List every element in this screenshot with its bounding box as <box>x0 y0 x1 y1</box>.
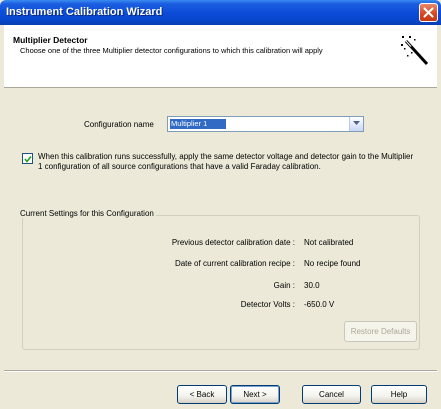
gain-value: 30.0 <box>304 281 320 290</box>
back-button[interactable]: < Back <box>177 385 227 404</box>
wizard-window: Instrument Calibration Wizard Multiplier… <box>0 0 441 409</box>
help-button[interactable]: Help <box>371 385 427 404</box>
current-settings-legend: Current Settings for this Configuration <box>18 209 156 218</box>
window-title: Instrument Calibration Wizard <box>6 6 163 18</box>
page-title: Multiplier Detector <box>13 35 88 45</box>
wizard-header: Multiplier Detector Choose one of the th… <box>4 25 437 88</box>
checkmark-icon <box>24 156 32 163</box>
cancel-button[interactable]: Cancel <box>302 385 361 404</box>
next-button[interactable]: Next > <box>230 385 280 404</box>
configuration-selected-value: Multiplier 1 <box>170 119 226 129</box>
detector-volts-value: -650.0 V <box>304 300 335 309</box>
recipe-date-label: Date of current calibration recipe : <box>174 259 295 268</box>
wizard-body: Configuration name Multiplier 1 When thi… <box>4 88 437 365</box>
footer-divider <box>4 370 437 372</box>
detector-volts-label: Detector Volts : <box>240 300 295 309</box>
page-subtitle: Choose one of the three Multiplier detec… <box>20 46 323 55</box>
restore-defaults-button[interactable]: Restore Defaults <box>344 321 417 342</box>
previous-calibration-date-label: Previous detector calibration date : <box>171 238 295 247</box>
dropdown-button[interactable] <box>349 117 363 131</box>
apply-all-checkbox-label[interactable]: When this calibration runs successfully,… <box>38 152 418 171</box>
configuration-name-select[interactable]: Multiplier 1 <box>167 116 364 132</box>
previous-calibration-date-value: Not calibrated <box>304 238 354 247</box>
magic-wand-icon <box>401 36 429 66</box>
recipe-date-value: No recipe found <box>304 259 361 268</box>
configuration-name-label: Configuration name <box>84 120 154 129</box>
gain-label: Gain : <box>273 281 295 290</box>
apply-all-checkbox[interactable] <box>22 153 33 164</box>
title-bar[interactable]: Instrument Calibration Wizard <box>0 0 441 25</box>
chevron-down-icon <box>353 121 360 125</box>
close-icon <box>423 7 434 18</box>
close-button[interactable] <box>419 3 438 22</box>
